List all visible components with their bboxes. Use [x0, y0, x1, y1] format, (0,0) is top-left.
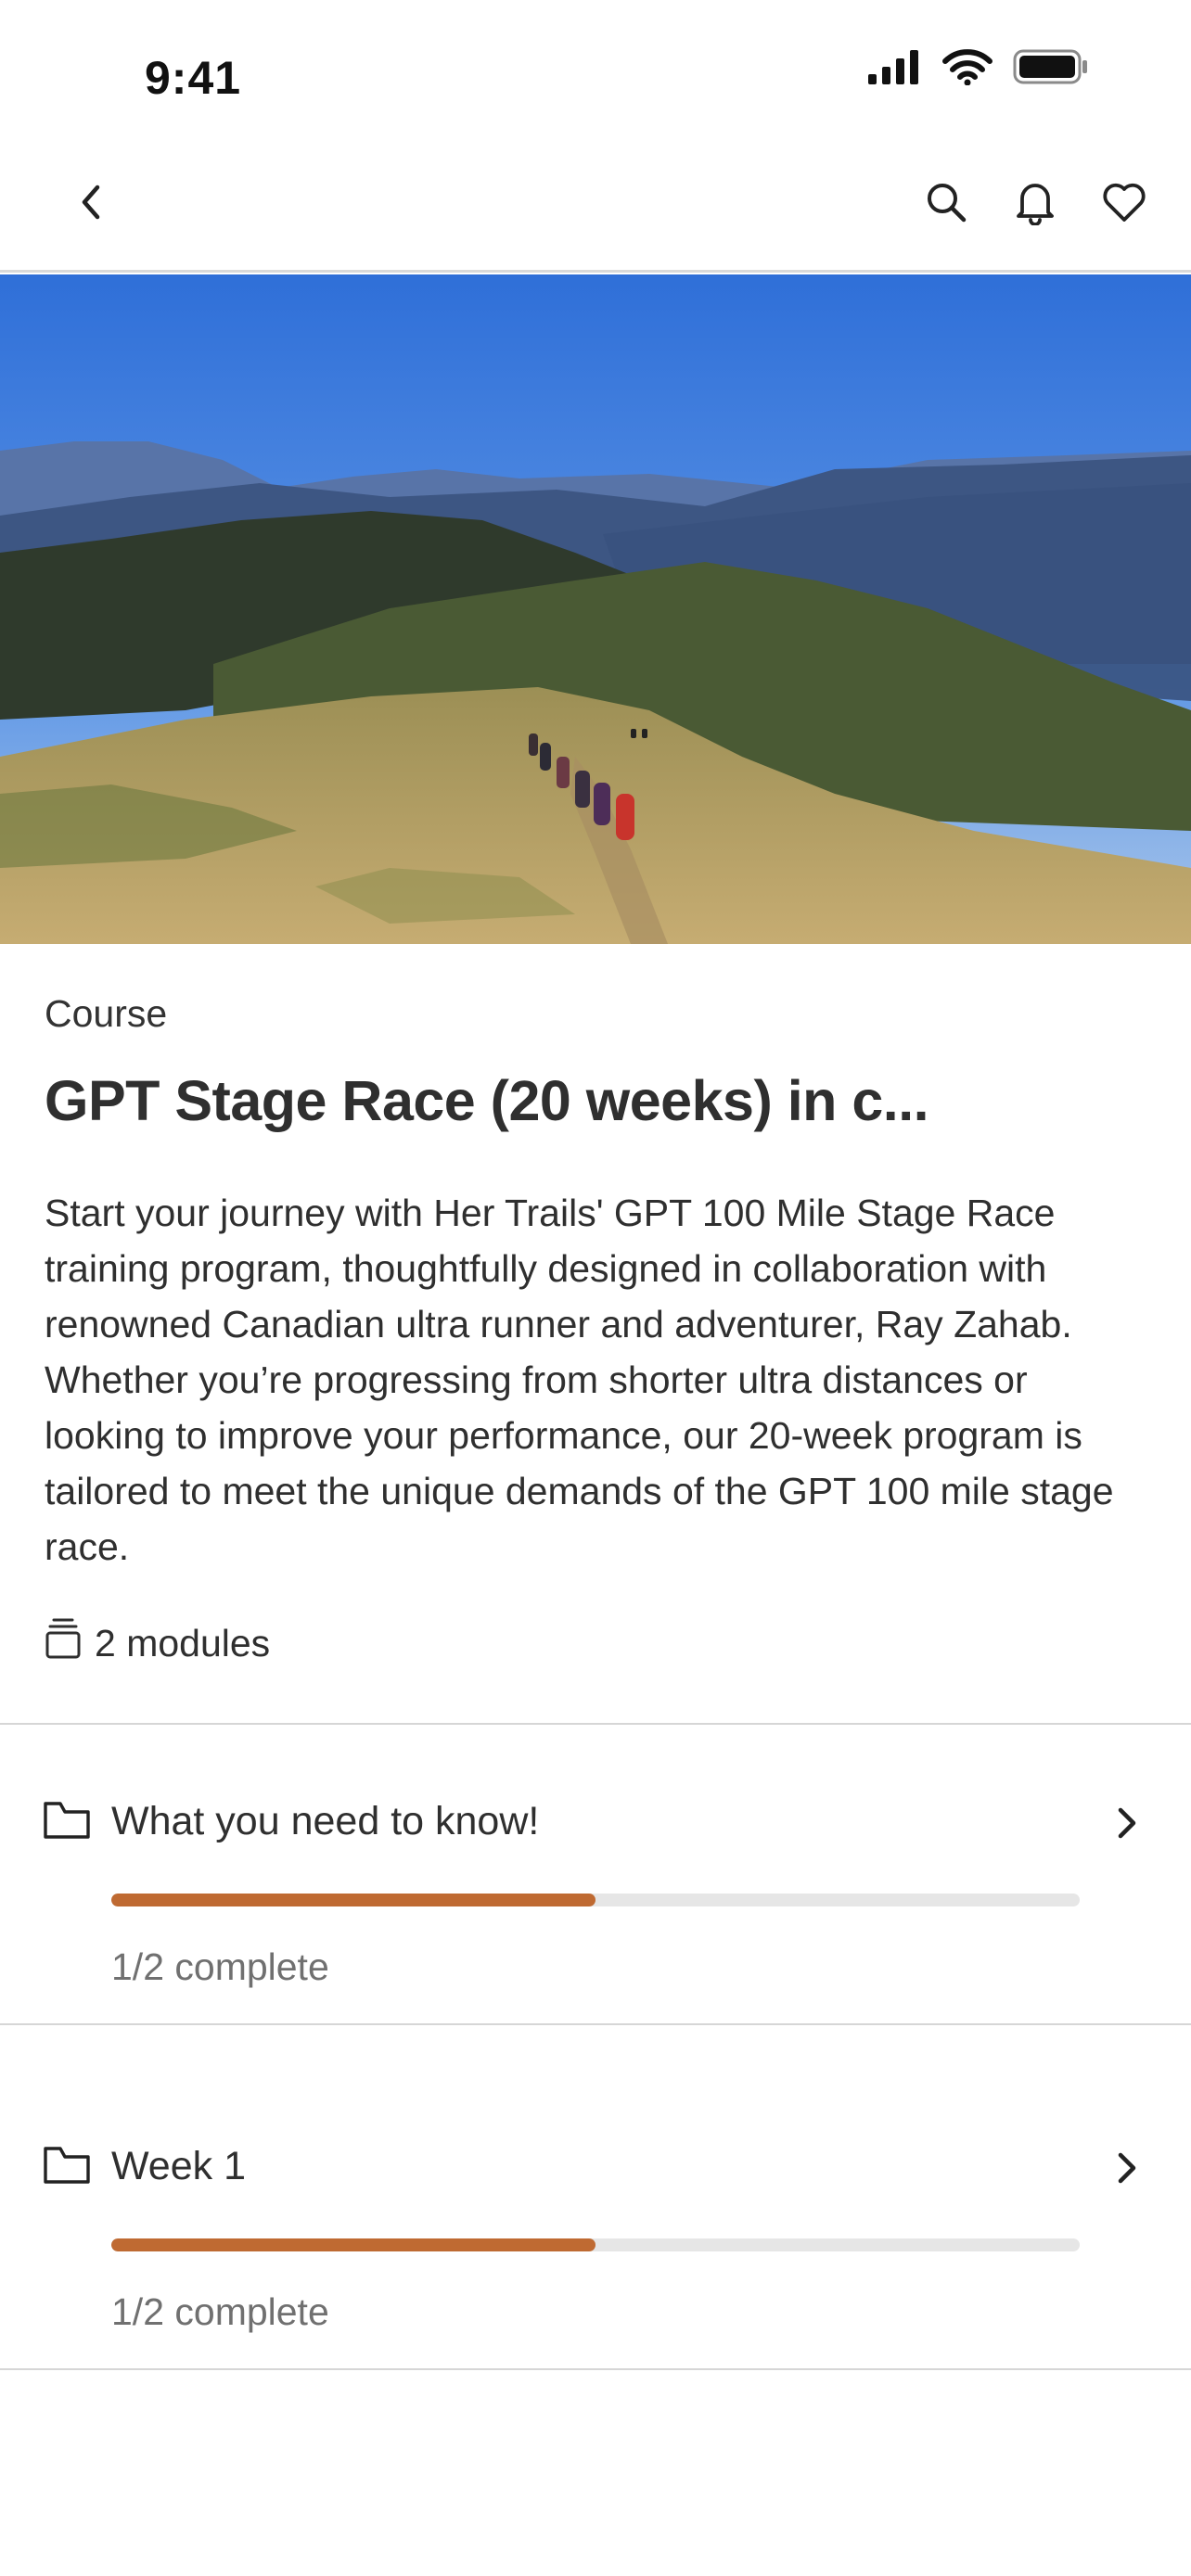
- course-type-label: Course: [45, 992, 168, 1035]
- module-progress-fill: [111, 2238, 596, 2251]
- heart-icon: [1101, 181, 1147, 228]
- status-bar: 9:41: [0, 0, 1191, 139]
- divider: [0, 2023, 1191, 2025]
- course-title: GPT Stage Race (20 weeks) in c...: [45, 1069, 929, 1132]
- nav-actions: [920, 178, 1150, 230]
- modules-stack-icon: [45, 1617, 82, 1669]
- battery-icon: [1013, 48, 1089, 90]
- search-icon: [924, 180, 968, 229]
- divider: [0, 2368, 1191, 2370]
- folder-icon: [43, 1799, 91, 1846]
- module-item[interactable]: Week 1 1/2 complete: [0, 2088, 1191, 2385]
- module-item[interactable]: What you need to know! 1/2 complete: [0, 1743, 1191, 2040]
- wifi-icon: [942, 48, 992, 90]
- chevron-right-icon: [1115, 1804, 1139, 1846]
- cellular-signal-icon: [866, 48, 922, 90]
- modules-count-row: 2 modules: [45, 1617, 270, 1669]
- folder-icon: [43, 2144, 91, 2191]
- course-hero-image: [0, 274, 1191, 944]
- chevron-right-icon: [1115, 2149, 1139, 2191]
- back-button[interactable]: [65, 178, 117, 230]
- divider: [0, 1723, 1191, 1725]
- status-time: 9:41: [145, 52, 242, 104]
- chevron-left-icon: [77, 182, 105, 227]
- status-icons: [866, 48, 1089, 90]
- module-progress-fill: [111, 1894, 596, 1906]
- module-progress-bar: [111, 1894, 1080, 1906]
- bell-icon: [1014, 179, 1057, 230]
- nav-bar: [0, 139, 1191, 273]
- favorite-button[interactable]: [1098, 178, 1150, 230]
- search-button[interactable]: [920, 178, 972, 230]
- course-description: Start your journey with Her Trails' GPT …: [45, 1192, 1114, 1568]
- notifications-button[interactable]: [1009, 178, 1061, 230]
- modules-count: 2 modules: [95, 1621, 271, 1664]
- module-status: 1/2 complete: [111, 2290, 329, 2333]
- module-progress-bar: [111, 2238, 1080, 2251]
- module-status: 1/2 complete: [111, 1945, 329, 1988]
- module-title: What you need to know!: [111, 1799, 540, 1843]
- module-title: Week 1: [111, 2144, 246, 2188]
